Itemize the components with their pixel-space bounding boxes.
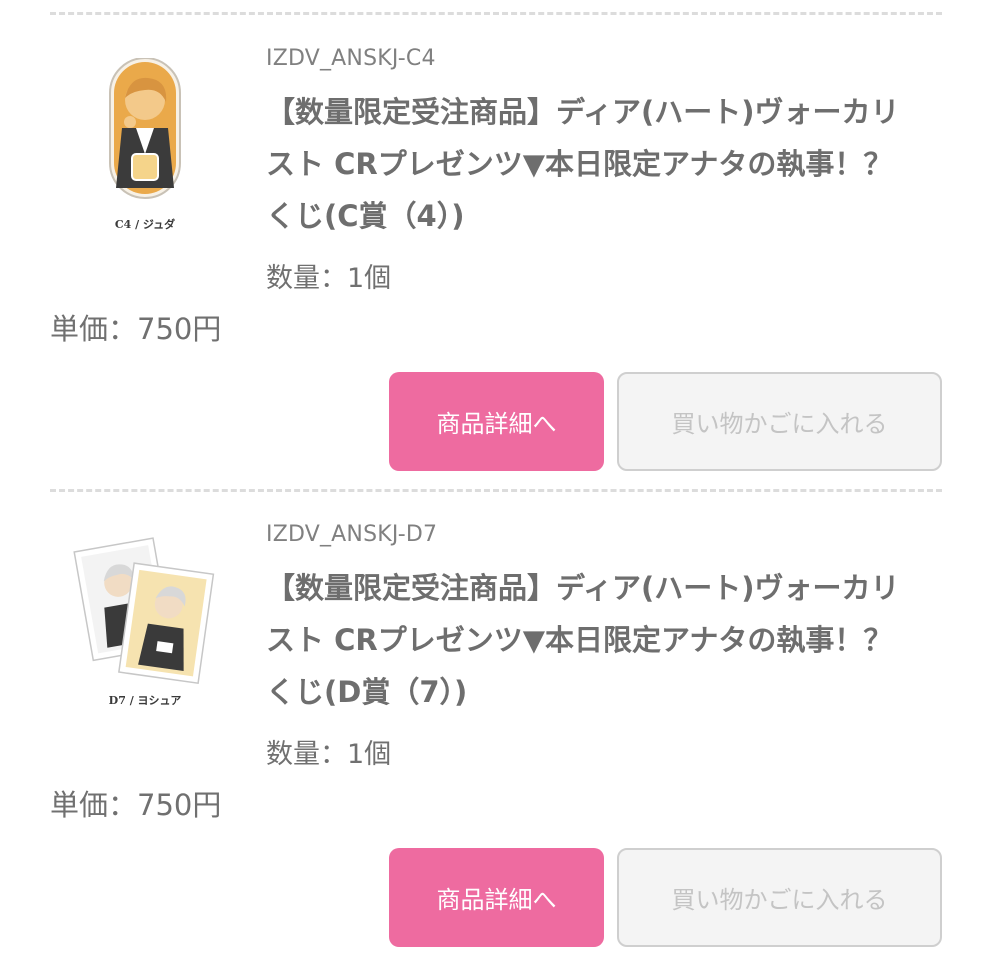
thumbnail-caption: C4 / ジュダ [114, 218, 176, 231]
acrylic-stand-image [109, 57, 181, 199]
item-divider [50, 12, 942, 15]
thumbnail-caption: D7 / ヨシュア [108, 694, 182, 707]
product-code: IZDV_ANSKJ-C4 [266, 46, 436, 71]
cart-item: C4 / ジュダ IZDV_ANSKJ-C4 【数量限定受注商品】ディア(ハート… [0, 18, 995, 488]
item-divider [50, 489, 942, 492]
product-detail-button[interactable]: 商品詳細へ [389, 372, 604, 471]
card-set-image [73, 537, 215, 685]
quantity-text: 数量：1個 [266, 739, 392, 770]
product-code: IZDV_ANSKJ-D7 [266, 522, 438, 547]
product-detail-button[interactable]: 商品詳細へ [389, 848, 604, 947]
product-thumbnail[interactable]: C4 / ジュダ [70, 57, 220, 238]
product-name[interactable]: 【数量限定受注商品】ディア(ハート)ヴォーカリスト CRプレゼンツ▼本日限定アナ… [266, 562, 926, 718]
quantity-text: 数量：1個 [266, 263, 392, 294]
cart-item: D7 / ヨシュア IZDV_ANSKJ-D7 【数量限定受注商品】ディア(ハー… [0, 494, 995, 964]
product-thumbnail[interactable]: D7 / ヨシュア [70, 534, 220, 714]
add-to-cart-button[interactable]: 買い物かごに入れる [617, 372, 942, 471]
unit-price: 単価：750円 [50, 788, 222, 822]
unit-price: 単価：750円 [50, 312, 222, 346]
product-name[interactable]: 【数量限定受注商品】ディア(ハート)ヴォーカリスト CRプレゼンツ▼本日限定アナ… [266, 86, 926, 242]
add-to-cart-button[interactable]: 買い物かごに入れる [617, 848, 942, 947]
